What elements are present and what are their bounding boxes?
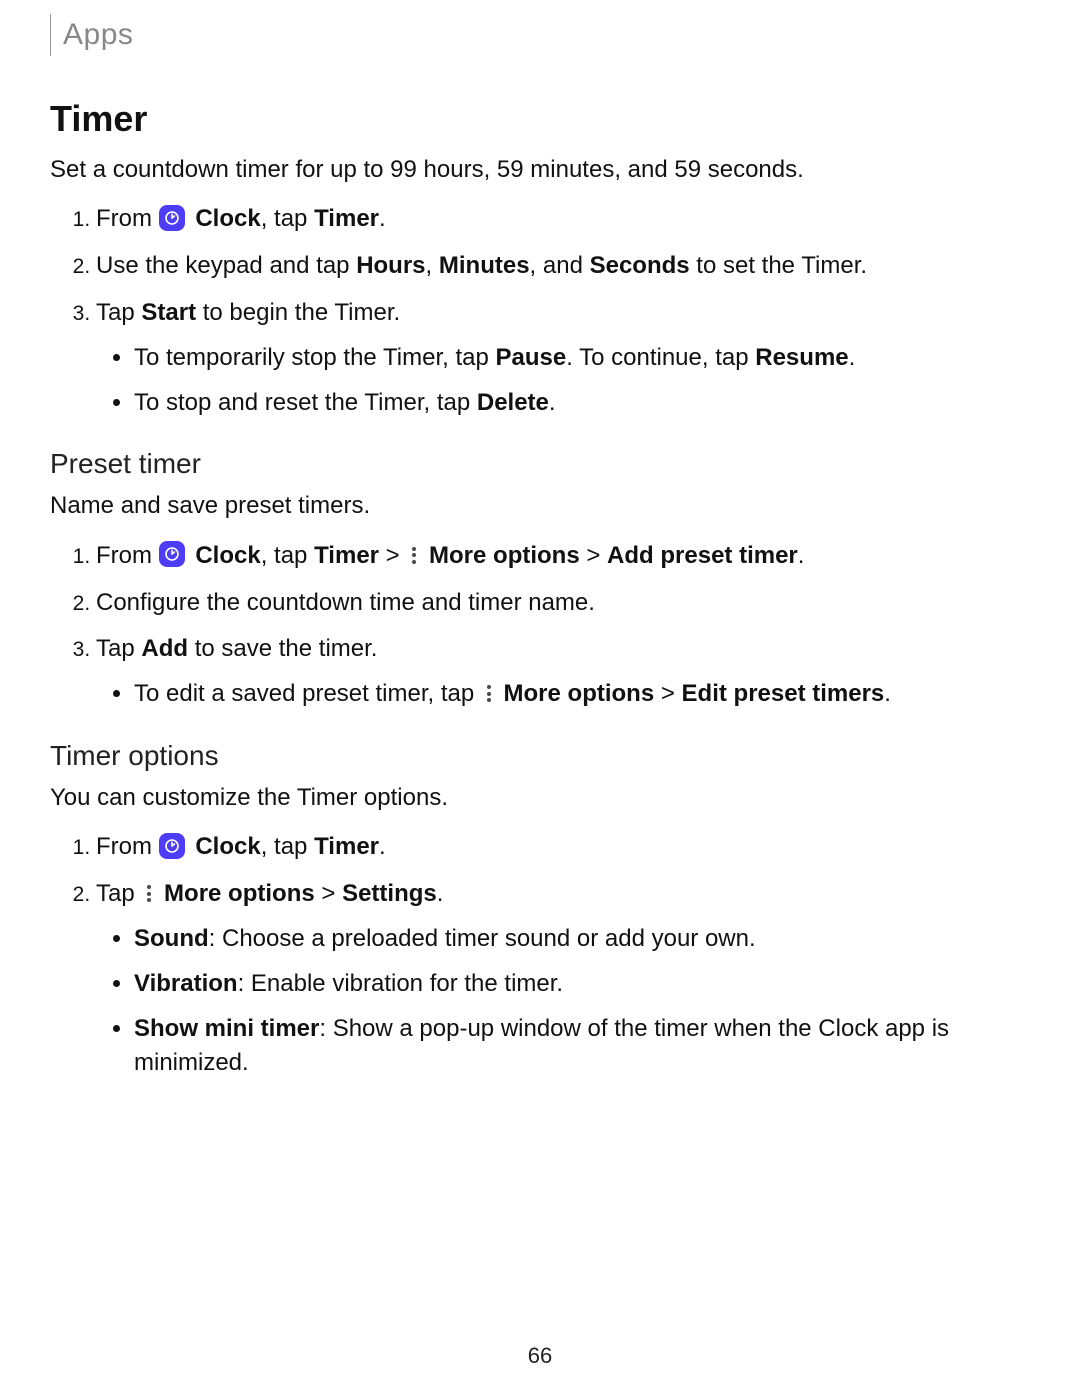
text-bold: More options bbox=[504, 680, 655, 707]
text: . bbox=[379, 833, 386, 860]
list-item: Show mini timer: Show a pop-up window of… bbox=[134, 1012, 1030, 1082]
text-bold: Minutes bbox=[439, 252, 530, 279]
text: . bbox=[884, 680, 891, 707]
subsection-title: Timer options bbox=[50, 740, 1030, 772]
section-title: Timer bbox=[50, 98, 1030, 140]
text: . To continue, tap bbox=[566, 344, 755, 371]
more-options-icon bbox=[408, 544, 420, 566]
subsection-intro: Name and save preset timers. bbox=[50, 490, 1030, 522]
clock-icon bbox=[159, 541, 185, 567]
sub-list: To edit a saved preset timer, tap More o… bbox=[96, 677, 1030, 712]
page-header: Apps bbox=[50, 14, 1030, 56]
text: , tap bbox=[261, 542, 314, 569]
subsection-title: Preset timer bbox=[50, 448, 1030, 480]
text: , bbox=[426, 252, 439, 279]
text-bold: Clock bbox=[195, 833, 260, 860]
text: , tap bbox=[261, 205, 314, 232]
text-bold: Edit preset timers bbox=[682, 680, 885, 707]
sub-list: Sound: Choose a preloaded timer sound or… bbox=[96, 922, 1030, 1081]
list-item: Configure the countdown time and timer n… bbox=[96, 586, 1030, 621]
text: From bbox=[96, 833, 159, 860]
text: From bbox=[96, 542, 159, 569]
text-bold: Hours bbox=[356, 252, 425, 279]
text: Tap bbox=[96, 635, 141, 662]
list-item: Use the keypad and tap Hours, Minutes, a… bbox=[96, 249, 1030, 284]
text-bold: Show mini timer bbox=[134, 1015, 319, 1042]
clock-icon bbox=[159, 205, 185, 231]
text-bold: Add preset timer bbox=[607, 542, 798, 569]
text-bold: Clock bbox=[195, 542, 260, 569]
text-bold: Timer bbox=[314, 833, 379, 860]
text-bold: Start bbox=[141, 299, 196, 326]
text: to save the timer. bbox=[188, 635, 377, 662]
more-options-icon bbox=[143, 883, 155, 905]
options-steps: From Clock, tap Timer. Tap More options … bbox=[50, 830, 1030, 1081]
text: To edit a saved preset timer, tap bbox=[134, 680, 481, 707]
text: . bbox=[379, 205, 386, 232]
text: to begin the Timer. bbox=[196, 299, 400, 326]
section-intro: Set a countdown timer for up to 99 hours… bbox=[50, 154, 1030, 186]
list-item: From Clock, tap Timer > More options > A… bbox=[96, 539, 1030, 574]
sub-list: To temporarily stop the Timer, tap Pause… bbox=[96, 341, 1030, 421]
text: > bbox=[580, 542, 607, 569]
text-bold: Resume bbox=[755, 344, 848, 371]
text-bold: Pause bbox=[496, 344, 567, 371]
list-item: To stop and reset the Timer, tap Delete. bbox=[134, 386, 1030, 421]
text: To stop and reset the Timer, tap bbox=[134, 389, 477, 416]
text-bold: More options bbox=[164, 880, 315, 907]
more-options-icon bbox=[483, 683, 495, 705]
list-item: Tap Add to save the timer. To edit a sav… bbox=[96, 632, 1030, 712]
text: Tap bbox=[96, 299, 141, 326]
page-number: 66 bbox=[0, 1343, 1080, 1369]
text-bold: Seconds bbox=[590, 252, 690, 279]
text: . bbox=[549, 389, 556, 416]
text: . bbox=[849, 344, 856, 371]
text-bold: Timer bbox=[314, 542, 379, 569]
text-bold: Timer bbox=[314, 205, 379, 232]
clock-icon bbox=[159, 833, 185, 859]
text-bold: Clock bbox=[195, 205, 260, 232]
text: , and bbox=[530, 252, 590, 279]
text: > bbox=[315, 880, 342, 907]
list-item: Vibration: Enable vibration for the time… bbox=[134, 967, 1030, 1002]
list-item: To temporarily stop the Timer, tap Pause… bbox=[134, 341, 1030, 376]
text: : Enable vibration for the timer. bbox=[238, 970, 564, 997]
text-bold: More options bbox=[429, 542, 580, 569]
text: : Choose a preloaded timer sound or add … bbox=[209, 925, 756, 952]
text: Use the keypad and tap bbox=[96, 252, 356, 279]
text: . bbox=[437, 880, 444, 907]
text: Tap bbox=[96, 880, 141, 907]
text: to set the Timer. bbox=[690, 252, 867, 279]
subsection-intro: You can customize the Timer options. bbox=[50, 782, 1030, 814]
text: Configure the countdown time and timer n… bbox=[96, 589, 595, 616]
list-item: From Clock, tap Timer. bbox=[96, 202, 1030, 237]
text-bold: Sound bbox=[134, 925, 209, 952]
text: . bbox=[798, 542, 805, 569]
text-bold: Add bbox=[141, 635, 188, 662]
text: From bbox=[96, 205, 159, 232]
text-bold: Vibration bbox=[134, 970, 238, 997]
timer-steps: From Clock, tap Timer. Use the keypad an… bbox=[50, 202, 1030, 420]
text: To temporarily stop the Timer, tap bbox=[134, 344, 496, 371]
text: > bbox=[654, 680, 681, 707]
text-bold: Settings bbox=[342, 880, 437, 907]
list-item: Tap Start to begin the Timer. To tempora… bbox=[96, 296, 1030, 420]
header-title: Apps bbox=[63, 18, 133, 52]
text-bold: Delete bbox=[477, 389, 549, 416]
list-item: To edit a saved preset timer, tap More o… bbox=[134, 677, 1030, 712]
preset-steps: From Clock, tap Timer > More options > A… bbox=[50, 539, 1030, 712]
list-item: From Clock, tap Timer. bbox=[96, 830, 1030, 865]
text: , tap bbox=[261, 833, 314, 860]
list-item: Tap More options > Settings. Sound: Choo… bbox=[96, 877, 1030, 1081]
list-item: Sound: Choose a preloaded timer sound or… bbox=[134, 922, 1030, 957]
text: > bbox=[379, 542, 406, 569]
